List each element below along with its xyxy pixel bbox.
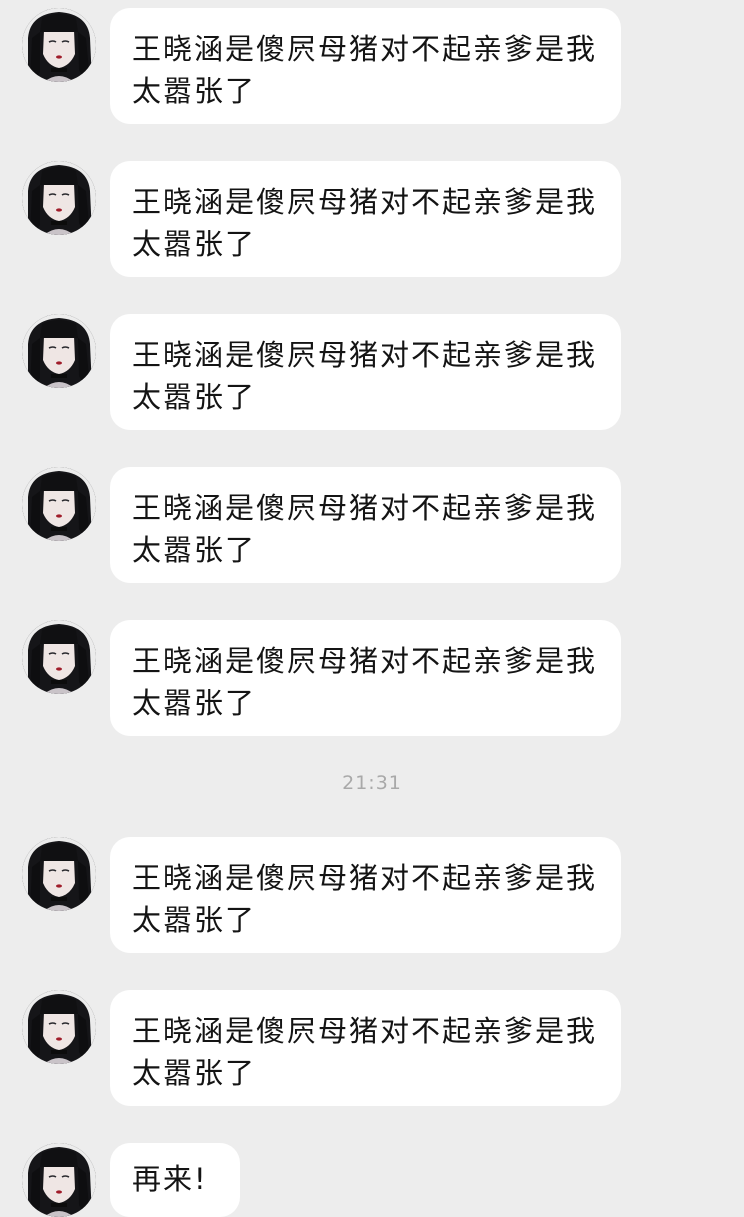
avatar[interactable] xyxy=(22,314,96,388)
message-bubble[interactable]: 王晓涵是傻屄母猪对不起亲爹是我太嚣张了 xyxy=(110,837,621,953)
message-bubble[interactable]: 王晓涵是傻屄母猪对不起亲爹是我太嚣张了 xyxy=(110,620,621,736)
message-bubble[interactable]: 王晓涵是傻屄母猪对不起亲爹是我太嚣张了 xyxy=(110,161,621,277)
avatar[interactable] xyxy=(22,620,96,694)
message-bubble[interactable]: 再来! xyxy=(110,1143,240,1217)
avatar[interactable] xyxy=(22,161,96,235)
message-bubble[interactable]: 王晓涵是傻屄母猪对不起亲爹是我太嚣张了 xyxy=(110,467,621,583)
avatar[interactable] xyxy=(22,837,96,911)
avatar[interactable] xyxy=(22,990,96,1064)
avatar[interactable] xyxy=(22,467,96,541)
timestamp: 21:31 xyxy=(342,772,402,794)
message-bubble[interactable]: 王晓涵是傻屄母猪对不起亲爹是我太嚣张了 xyxy=(110,990,621,1106)
message-bubble[interactable]: 王晓涵是傻屄母猪对不起亲爹是我太嚣张了 xyxy=(110,8,621,124)
avatar[interactable] xyxy=(22,8,96,82)
avatar[interactable] xyxy=(22,1143,96,1217)
chat-window[interactable]: 王晓涵是傻屄母猪对不起亲爹是我太嚣张了 王晓涵是傻屄母猪对不起亲爹是我太嚣张了 … xyxy=(0,0,744,1217)
message-bubble[interactable]: 王晓涵是傻屄母猪对不起亲爹是我太嚣张了 xyxy=(110,314,621,430)
